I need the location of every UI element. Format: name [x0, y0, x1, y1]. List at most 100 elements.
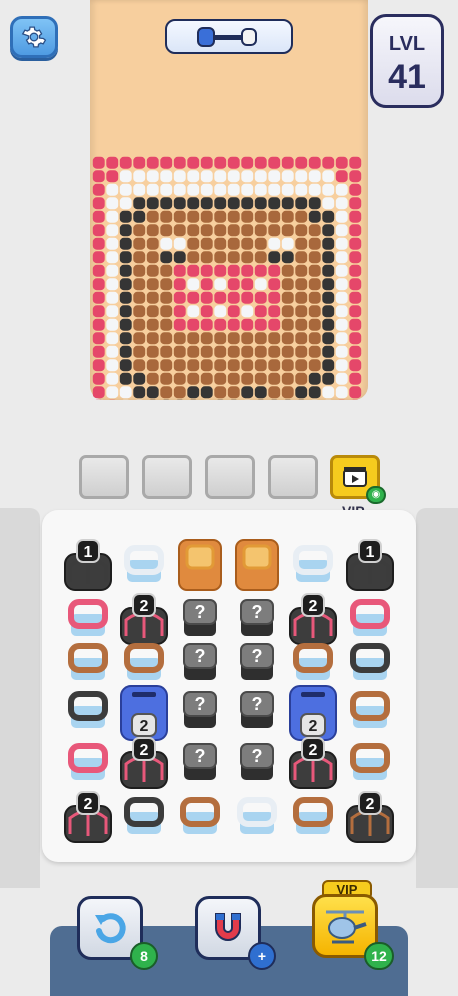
bead: [322, 197, 335, 210]
bead: [335, 170, 348, 183]
bead: [295, 291, 308, 304]
bead: [173, 345, 186, 358]
bead: [119, 386, 132, 399]
bead: [146, 291, 159, 304]
bead: [349, 210, 362, 223]
bead: [254, 237, 267, 250]
bead: [241, 237, 254, 250]
settings-button[interactable]: [10, 16, 58, 58]
bead: [254, 359, 267, 372]
bead: [322, 332, 335, 345]
bead: [200, 251, 213, 264]
bead: [133, 345, 146, 358]
undo-icon: [95, 913, 126, 944]
bead: [119, 372, 132, 385]
bead: [187, 210, 200, 223]
bead: [160, 345, 173, 358]
bead: [119, 291, 132, 304]
bead: [106, 386, 119, 399]
bead: [146, 305, 159, 318]
bead: [200, 359, 213, 372]
bead: [227, 156, 240, 169]
bead: [268, 305, 281, 318]
holding-slot-3[interactable]: [205, 455, 255, 499]
bead: [227, 264, 240, 277]
bead: [92, 197, 105, 210]
bead: [146, 372, 159, 385]
bead: [308, 291, 321, 304]
bead: [335, 386, 348, 399]
bead: [214, 170, 227, 183]
bead: [160, 359, 173, 372]
bead: [187, 278, 200, 291]
bead: [241, 345, 254, 358]
bead: [92, 318, 105, 331]
bead: [200, 210, 213, 223]
bead: [349, 170, 362, 183]
bead: [146, 278, 159, 291]
bead: [322, 264, 335, 277]
magnet-add-badge[interactable]: +: [248, 942, 276, 970]
bead: [295, 305, 308, 318]
bead: [241, 318, 254, 331]
bead: [106, 251, 119, 264]
level-progress-bar: [165, 19, 293, 54]
bead: [106, 264, 119, 277]
bead: [200, 264, 213, 277]
bead: [187, 345, 200, 358]
bead: [281, 264, 294, 277]
bead: [160, 210, 173, 223]
bead: [308, 332, 321, 345]
bead: [160, 156, 173, 169]
holding-slot-4[interactable]: [268, 455, 318, 499]
bead: [349, 345, 362, 358]
bead: [349, 183, 362, 196]
bead: [227, 183, 240, 196]
bead: [295, 237, 308, 250]
bead: [295, 251, 308, 264]
holding-slot-2[interactable]: [142, 455, 192, 499]
bead: [119, 251, 132, 264]
bead: [119, 359, 132, 372]
bead: [349, 224, 362, 237]
bead: [227, 224, 240, 237]
bead: [335, 278, 348, 291]
bead: [200, 305, 213, 318]
bead: [214, 197, 227, 210]
bead: [214, 156, 227, 169]
bead: [146, 170, 159, 183]
bead: [308, 372, 321, 385]
bead: [214, 278, 227, 291]
bead: [92, 251, 105, 264]
bead: [214, 318, 227, 331]
holding-slot-1[interactable]: [79, 455, 129, 499]
bead: [187, 197, 200, 210]
bead: [187, 264, 200, 277]
bead: [295, 372, 308, 385]
bead: [187, 291, 200, 304]
video-ad-icon: [343, 467, 367, 487]
bead: [322, 183, 335, 196]
bead: [200, 156, 213, 169]
bead: [160, 291, 173, 304]
bead: [322, 237, 335, 250]
bead: [187, 305, 200, 318]
bead: [187, 183, 200, 196]
bead: [308, 386, 321, 399]
bead: [322, 210, 335, 223]
pixel-art-board: [92, 156, 362, 400]
bead: [187, 386, 200, 399]
bead: [322, 359, 335, 372]
bead: [119, 305, 132, 318]
bead: [133, 170, 146, 183]
bead: [308, 264, 321, 277]
bead: [322, 345, 335, 358]
bead: [322, 318, 335, 331]
bead: [173, 305, 186, 318]
bead: [133, 156, 146, 169]
level-label: LVL: [388, 33, 426, 55]
bead: [119, 183, 132, 196]
bead: [281, 386, 294, 399]
bead: [322, 386, 335, 399]
bead: [254, 372, 267, 385]
